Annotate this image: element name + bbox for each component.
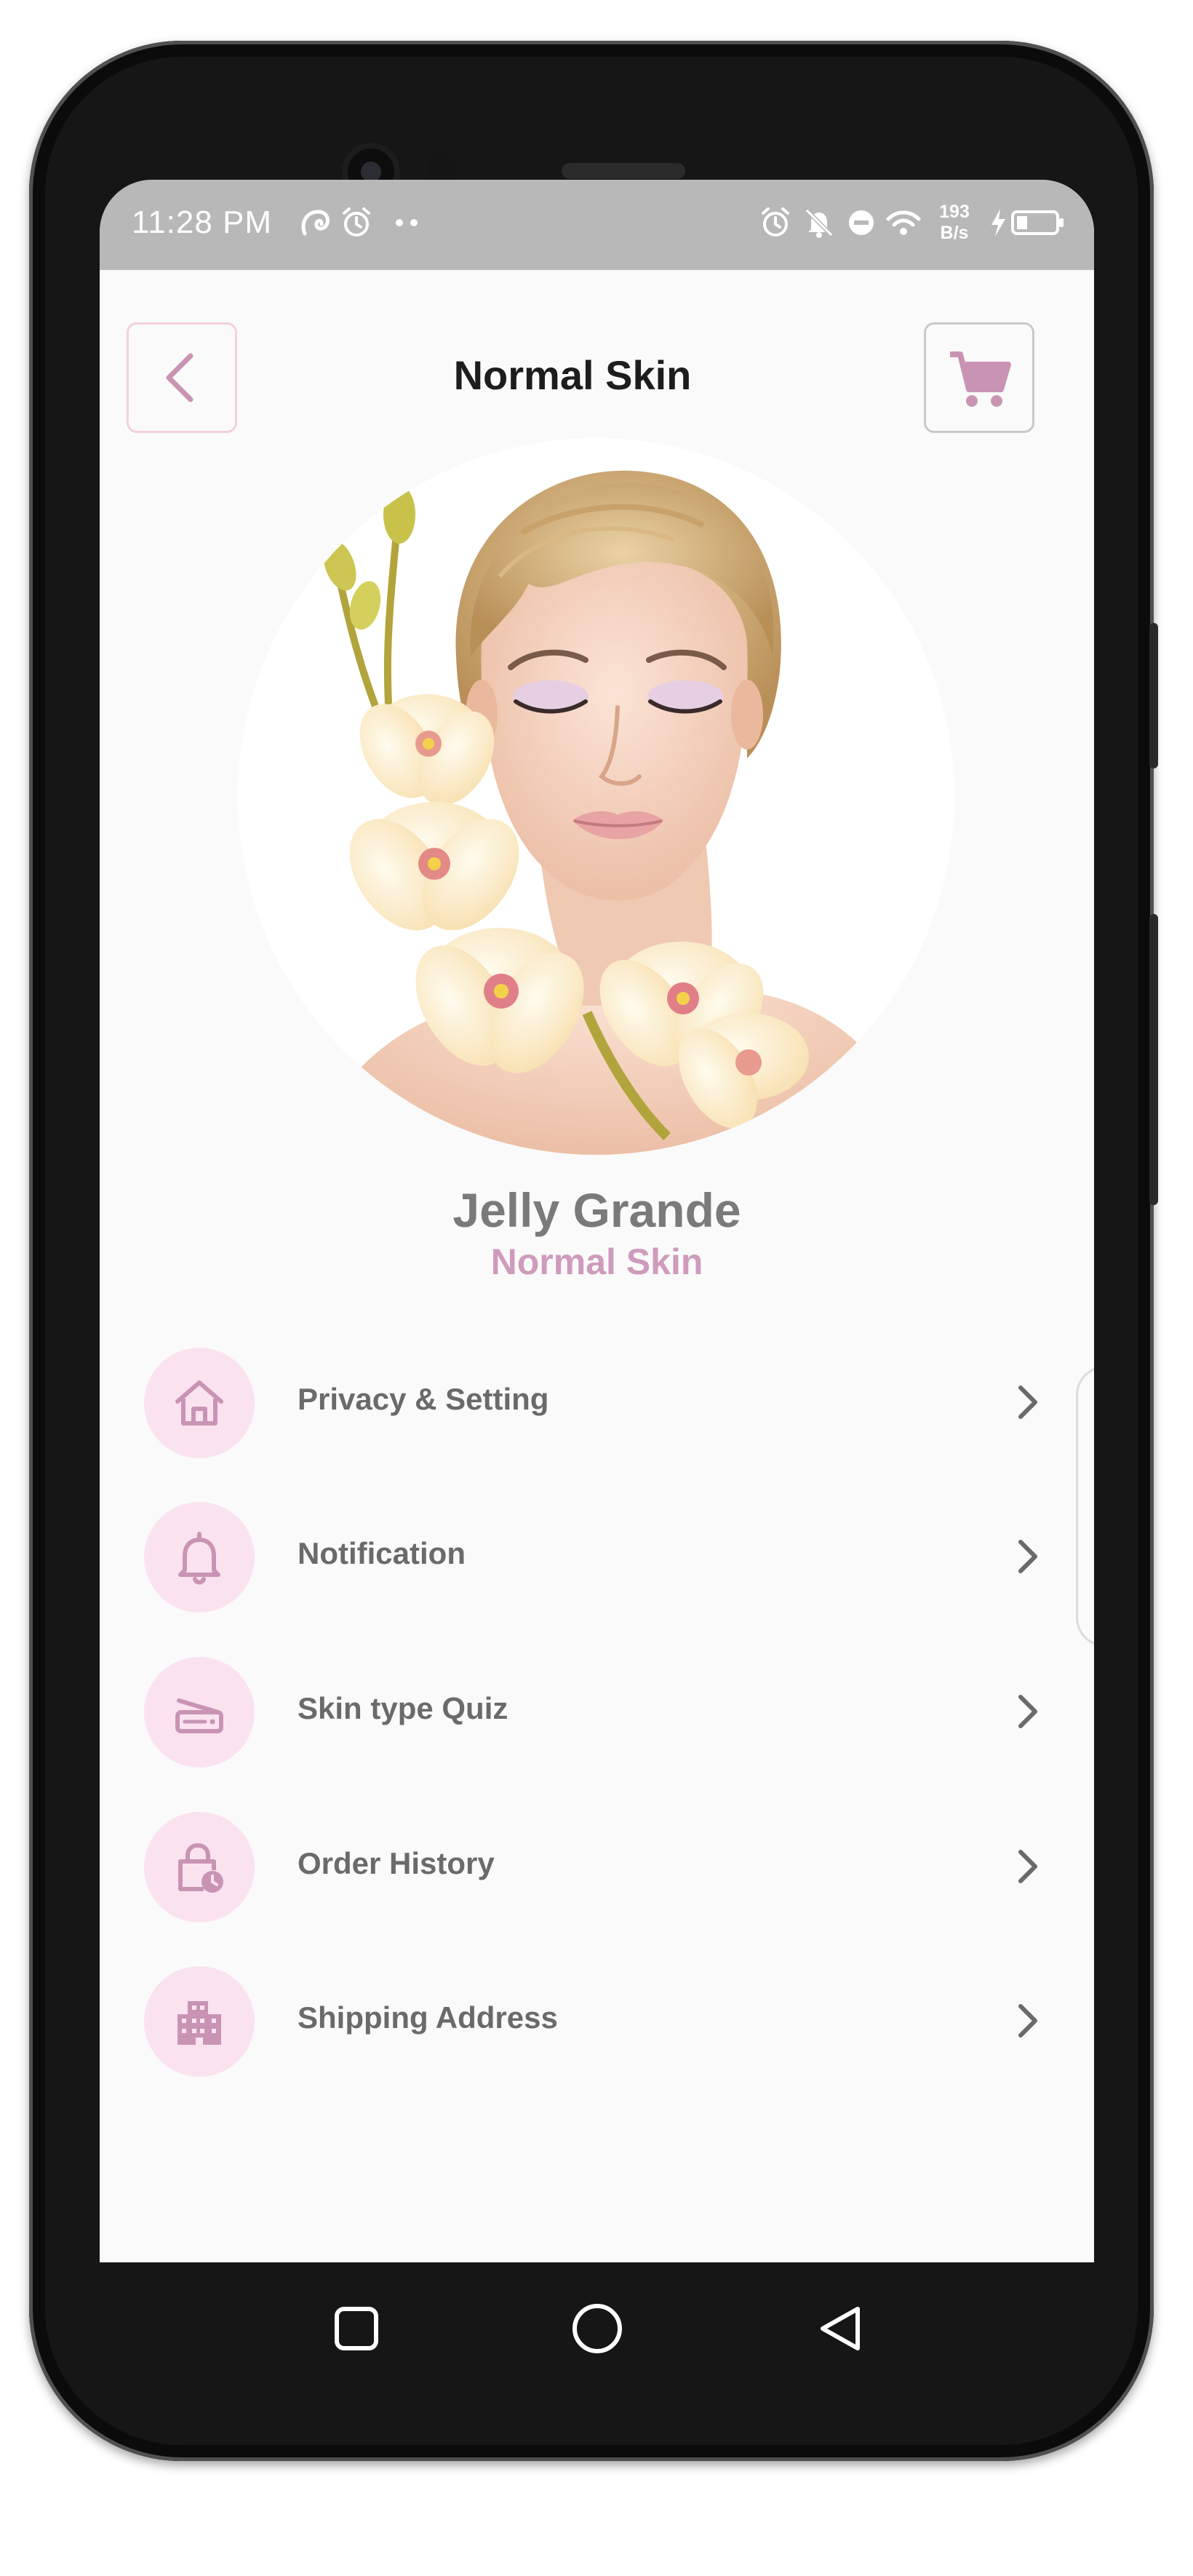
network-speed-unit: B/s (940, 223, 969, 243)
chevron-left-icon (166, 353, 193, 402)
chevron-right-icon (1018, 1386, 1037, 1419)
status-time: 11:28 PM (132, 204, 273, 240)
home-icon (175, 1380, 223, 1426)
mute-icon (805, 208, 834, 238)
battery-icon (1011, 210, 1064, 235)
menu-item-shipping-address[interactable]: Shipping Address (100, 1963, 1094, 2079)
menu-item-privacy-setting[interactable]: Privacy & Setting (100, 1344, 1094, 1460)
earpiece-speaker (562, 163, 685, 179)
volume-button (1149, 623, 1158, 768)
recents-icon[interactable] (331, 2303, 382, 2354)
chevron-right-icon (1018, 1540, 1037, 1573)
back-icon[interactable] (813, 2302, 866, 2356)
power-button (1149, 914, 1158, 1205)
wifi-icon (886, 210, 921, 235)
chevron-right-icon (1018, 1695, 1037, 1728)
lock-clock-icon (178, 1842, 223, 1893)
network-speed-value: 193 (939, 202, 970, 222)
menu-item-label: Shipping Address (298, 2000, 558, 2035)
back-button[interactable] (127, 322, 237, 433)
menu-item-skin-type-quiz[interactable]: Skin type Quiz (100, 1653, 1094, 1770)
hotspot-icon (301, 210, 330, 236)
menu-item-label: Privacy & Setting (298, 1382, 549, 1416)
cart-icon (950, 351, 1011, 407)
cart-button[interactable] (924, 322, 1034, 433)
charging-icon (991, 209, 1005, 236)
dnd-icon (849, 210, 874, 235)
woman-with-orchids-photo (238, 438, 954, 1155)
menu-icon-circle (144, 1348, 255, 1458)
bell-icon (178, 1532, 220, 1585)
profile-name: Jelly Grande (452, 1183, 741, 1237)
navigation-bar (100, 2262, 1094, 2401)
menu-item-label: Order History (298, 1846, 495, 1880)
menu-item-label: Skin type Quiz (298, 1691, 508, 1725)
edge-panel-handle[interactable] (1076, 1366, 1094, 1647)
alarm-icon (343, 207, 370, 236)
menu-icon-circle (144, 1502, 255, 1613)
alarm-icon (762, 207, 789, 236)
menu-item-notification[interactable]: Notification (100, 1498, 1094, 1615)
menu-item-label: Notification (298, 1536, 466, 1570)
network-speed: 193 B/s (929, 202, 980, 244)
menu-icon-circle (144, 1812, 255, 1923)
page-title: Normal Skin (453, 352, 692, 398)
chevron-right-icon (1018, 2004, 1037, 2038)
app-screen: 11:28 PM 193 B/s Normal Skin Jelly Grand… (100, 180, 1094, 2262)
profile-skin-type: Normal Skin (490, 1241, 703, 1282)
home-icon[interactable] (569, 2300, 626, 2357)
menu-icon-circle (144, 1657, 255, 1768)
building-icon (177, 2001, 221, 2045)
menu-icon-circle (144, 1966, 255, 2077)
menu-item-order-history[interactable]: Order History (100, 1808, 1094, 1925)
status-bar: 11:28 PM 193 B/s (100, 180, 1094, 270)
profile-photo (238, 438, 954, 1155)
scanner-icon (175, 1698, 223, 1733)
more-dots-icon (396, 219, 418, 226)
chevron-right-icon (1018, 1850, 1037, 1883)
